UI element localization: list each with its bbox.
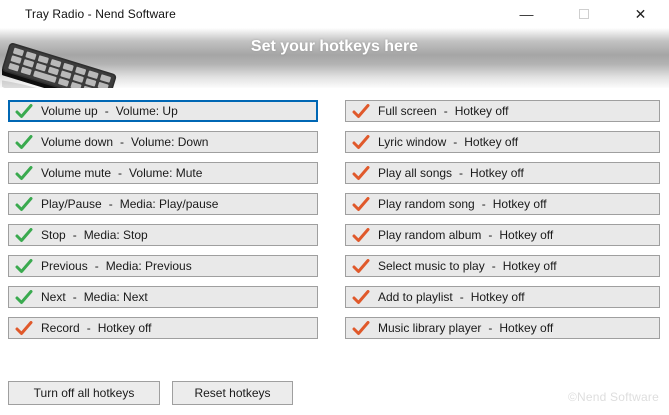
hotkey-separator: - [481, 197, 486, 211]
hotkey-value: Hotkey off [464, 135, 519, 149]
hotkey-button[interactable]: Volume down - Volume: Down [8, 131, 318, 153]
hotkey-button[interactable]: Music library player - Hotkey off [345, 317, 660, 339]
check-off-icon [352, 289, 370, 305]
maximize-button [555, 0, 612, 28]
hotkey-button[interactable]: Volume mute - Volume: Mute [8, 162, 318, 184]
hotkey-button[interactable]: Play random song - Hotkey off [345, 193, 660, 215]
minimize-button[interactable]: — [498, 0, 555, 28]
hotkey-button[interactable]: Add to playlist - Hotkey off [345, 286, 660, 308]
hotkey-separator: - [120, 135, 125, 149]
check-off-icon [352, 320, 370, 336]
hotkey-label: Lyric window [378, 135, 447, 149]
hotkey-value: Volume: Up [115, 104, 178, 118]
hotkey-label: Previous [41, 259, 88, 273]
window-controls: — ✕ [498, 0, 669, 28]
hotkey-button[interactable]: Play/Pause - Media: Play/pause [8, 193, 318, 215]
hotkey-separator: - [104, 104, 109, 118]
hotkey-button[interactable]: Record - Hotkey off [8, 317, 318, 339]
hotkey-separator: - [108, 197, 113, 211]
hotkey-value: Media: Previous [105, 259, 192, 273]
check-off-icon [15, 320, 33, 336]
check-on-icon [15, 258, 33, 274]
hotkey-separator: - [72, 228, 77, 242]
titlebar: Tray Radio - Nend Software — ✕ [0, 0, 669, 28]
hotkey-value: Media: Next [83, 290, 148, 304]
hotkey-label: Volume up [41, 104, 98, 118]
hotkey-separator: - [491, 259, 496, 273]
check-on-icon [15, 134, 33, 150]
hotkey-label: Play all songs [378, 166, 453, 180]
hotkey-label: Play/Pause [41, 197, 102, 211]
hotkey-button[interactable]: Select music to play - Hotkey off [345, 255, 660, 277]
hotkey-label: Play random album [378, 228, 482, 242]
hotkey-button[interactable]: Next - Media: Next [8, 286, 318, 308]
hotkey-value: Hotkey off [470, 290, 525, 304]
hotkey-value: Hotkey off [97, 321, 152, 335]
reset-hotkeys-button[interactable]: Reset hotkeys [172, 381, 293, 405]
hotkey-separator: - [94, 259, 99, 273]
check-off-icon [352, 165, 370, 181]
maximize-icon [578, 9, 589, 19]
hotkey-value: Hotkey off [492, 197, 547, 211]
hotkey-value: Volume: Down [131, 135, 209, 149]
hotkey-button[interactable]: Play random album - Hotkey off [345, 224, 660, 246]
hotkey-value: Hotkey off [502, 259, 557, 273]
check-on-icon [15, 196, 33, 212]
hotkeys-banner: Set your hotkeys here [0, 28, 669, 117]
close-button[interactable]: ✕ [612, 0, 669, 28]
hotkey-button[interactable]: Lyric window - Hotkey off [345, 131, 660, 153]
check-off-icon [352, 258, 370, 274]
hotkey-label: Volume mute [41, 166, 112, 180]
check-on-icon [15, 227, 33, 243]
hotkey-label: Stop [41, 228, 66, 242]
banner-title: Set your hotkeys here [250, 38, 419, 55]
window-title: Tray Radio - Nend Software [25, 7, 176, 21]
hotkey-label: Play random song [378, 197, 475, 211]
hotkey-label: Record [41, 321, 80, 335]
hotkey-button[interactable]: Previous - Media: Previous [8, 255, 318, 277]
check-off-icon [352, 196, 370, 212]
hotkey-label: Full screen [378, 104, 437, 118]
hotkey-separator: - [459, 166, 464, 180]
hotkey-value: Media: Play/pause [119, 197, 219, 211]
hotkey-button[interactable]: Full screen - Hotkey off [345, 100, 660, 122]
hotkey-label: Next [41, 290, 66, 304]
hotkey-separator: - [443, 104, 448, 118]
check-on-icon [15, 103, 33, 119]
hotkey-label: Select music to play [378, 259, 485, 273]
hotkey-value: Hotkey off [454, 104, 509, 118]
hotkey-label: Volume down [41, 135, 114, 149]
hotkey-value: Hotkey off [499, 321, 554, 335]
hotkey-button[interactable]: Volume up - Volume: Up [8, 100, 318, 122]
hotkey-separator: - [488, 321, 493, 335]
check-off-icon [352, 103, 370, 119]
hotkey-separator: - [86, 321, 91, 335]
hotkey-label: Music library player [378, 321, 482, 335]
hotkey-button[interactable]: Stop - Media: Stop [8, 224, 318, 246]
hotkey-separator: - [459, 290, 464, 304]
watermark: ©Nend Software [567, 390, 659, 404]
hotkey-column-left: Volume up - Volume: Up Volume down - Vol… [8, 100, 318, 339]
hotkey-separator: - [72, 290, 77, 304]
hotkey-column-right: Full screen - Hotkey off Lyric window - … [345, 100, 660, 339]
hotkey-separator: - [118, 166, 123, 180]
check-on-icon [15, 289, 33, 305]
hotkey-value: Hotkey off [499, 228, 554, 242]
check-on-icon [15, 165, 33, 181]
hotkey-value: Hotkey off [470, 166, 524, 180]
turn-off-all-hotkeys-button[interactable]: Turn off all hotkeys [8, 381, 160, 405]
hotkey-button[interactable]: Play all songs - Hotkey off [345, 162, 660, 184]
hotkey-value: Volume: Mute [129, 166, 203, 180]
hotkey-separator: - [488, 228, 493, 242]
hotkey-separator: - [453, 135, 458, 149]
app-window: Tray Radio - Nend Software — ✕ Set your … [0, 0, 669, 415]
hotkey-value: Media: Stop [83, 228, 148, 242]
check-off-icon [352, 227, 370, 243]
check-off-icon [352, 134, 370, 150]
hotkey-label: Add to playlist [378, 290, 453, 304]
